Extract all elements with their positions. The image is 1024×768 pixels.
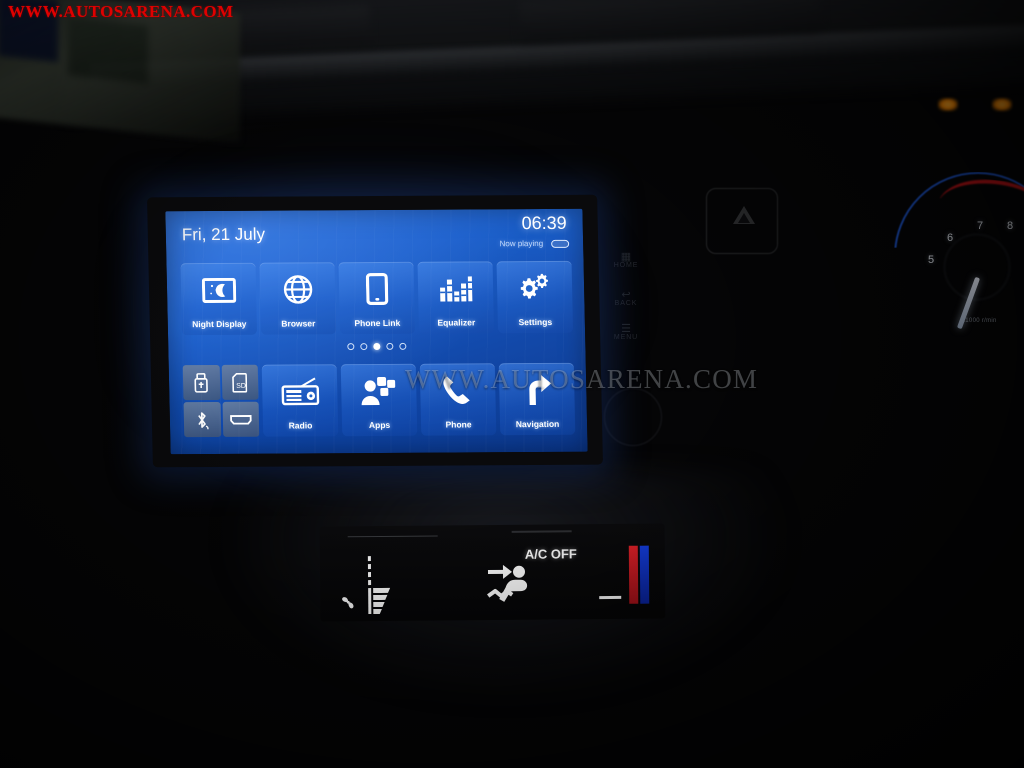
svg-text:SD: SD	[236, 382, 246, 389]
night-display-icon	[201, 272, 236, 308]
tach-tick-8: 8	[1007, 220, 1014, 232]
tachometer-hub	[944, 234, 1010, 300]
ac-status-label: A/C OFF	[524, 546, 577, 562]
radio-icon	[280, 373, 319, 409]
sd-card-icon: SD	[232, 372, 248, 393]
smartphone-icon	[365, 271, 388, 307]
tach-tick-5: 5	[928, 254, 935, 266]
gears-icon	[517, 270, 552, 306]
indicator-lamp-right-icon	[992, 98, 1012, 111]
page-dot-5[interactable]	[399, 342, 407, 350]
fan-blade-icon	[340, 594, 356, 610]
tach-tick-7: 7	[977, 220, 984, 232]
tach-unit-label: x1000 r/min	[962, 318, 997, 324]
hdmi-port-shortcut[interactable]	[222, 401, 260, 437]
date-label: Fri, 21 July	[181, 224, 266, 245]
tile-radio[interactable]: Radio	[261, 364, 339, 437]
back-button[interactable]: BACK	[604, 300, 648, 307]
status-bar: Fri, 21 July 06:39 Now playing	[165, 209, 583, 262]
apps-people-icon	[359, 373, 398, 409]
tile-label: Navigation	[515, 418, 560, 430]
device-shortcuts: SD	[182, 364, 260, 438]
tach-tick-6: 6	[947, 232, 954, 244]
instrument-cluster: 5 6 7 8 x1000 r/min	[894, 86, 1024, 330]
tile-label: Equalizer	[437, 317, 476, 328]
indicator-lamp-left-icon	[938, 98, 958, 111]
clock-label: 06:39	[521, 212, 567, 234]
site-watermark-center: WWW.AUTOSARENA.COM	[405, 364, 759, 394]
sd-card-shortcut[interactable]: SD	[221, 364, 259, 400]
temperature-setpoint-marker	[599, 595, 622, 600]
globe-icon	[282, 271, 313, 307]
menu-button[interactable]: MENU	[604, 334, 648, 341]
site-watermark-top: WWW.AUTOSARENA.COM	[8, 2, 234, 21]
tile-night-display[interactable]: Night Display	[180, 262, 258, 336]
climate-control-panel[interactable]: A/C OFF	[319, 523, 666, 622]
reflection-patch-b	[68, 17, 148, 84]
fan-level-indicator	[360, 556, 401, 615]
temperature-gauge-hot	[628, 545, 639, 604]
bluetooth-icon	[194, 410, 210, 430]
now-playing-label[interactable]: Now playing	[499, 239, 543, 248]
hazard-triangle-inner-icon	[738, 213, 750, 223]
page-indicator[interactable]	[168, 342, 585, 352]
infotainment-screen[interactable]: Fri, 21 July 06:39 Now playing Night Dis…	[165, 208, 588, 455]
infotainment-head-unit: Fri, 21 July 06:39 Now playing Night Dis…	[147, 194, 603, 468]
hdmi-port-icon	[229, 413, 252, 425]
tile-row-top: Night Display Browser Phone Link Equaliz…	[180, 260, 574, 336]
tile-label: Radio	[288, 420, 313, 431]
tile-label: Phone Link	[354, 317, 401, 329]
tile-label: Browser	[281, 318, 316, 329]
tile-label: Settings	[518, 316, 553, 328]
bluetooth-shortcut[interactable]	[183, 401, 221, 438]
page-dot-2[interactable]	[360, 343, 368, 351]
temperature-gauge-cold	[639, 545, 650, 604]
equalizer-bars-icon	[438, 270, 473, 306]
airflow-face-icon	[485, 564, 541, 613]
page-dot-3-active[interactable]	[373, 342, 381, 351]
tile-equalizer[interactable]: Equalizer	[417, 261, 495, 334]
tile-label: Night Display	[192, 318, 247, 330]
tile-browser[interactable]: Browser	[259, 262, 337, 335]
volume-knob[interactable]	[604, 388, 662, 446]
usb-drive-shortcut[interactable]	[182, 364, 220, 401]
page-dot-4[interactable]	[386, 342, 394, 350]
media-chip-icon	[551, 239, 570, 248]
tile-label: Phone	[445, 419, 472, 430]
usb-drive-icon	[194, 372, 209, 393]
tile-label: Apps	[368, 419, 391, 431]
tile-settings[interactable]: Settings	[496, 260, 574, 334]
home-button[interactable]: HOME	[604, 262, 648, 269]
page-dot-1[interactable]	[347, 343, 355, 351]
tile-phone-link[interactable]: Phone Link	[338, 261, 416, 335]
